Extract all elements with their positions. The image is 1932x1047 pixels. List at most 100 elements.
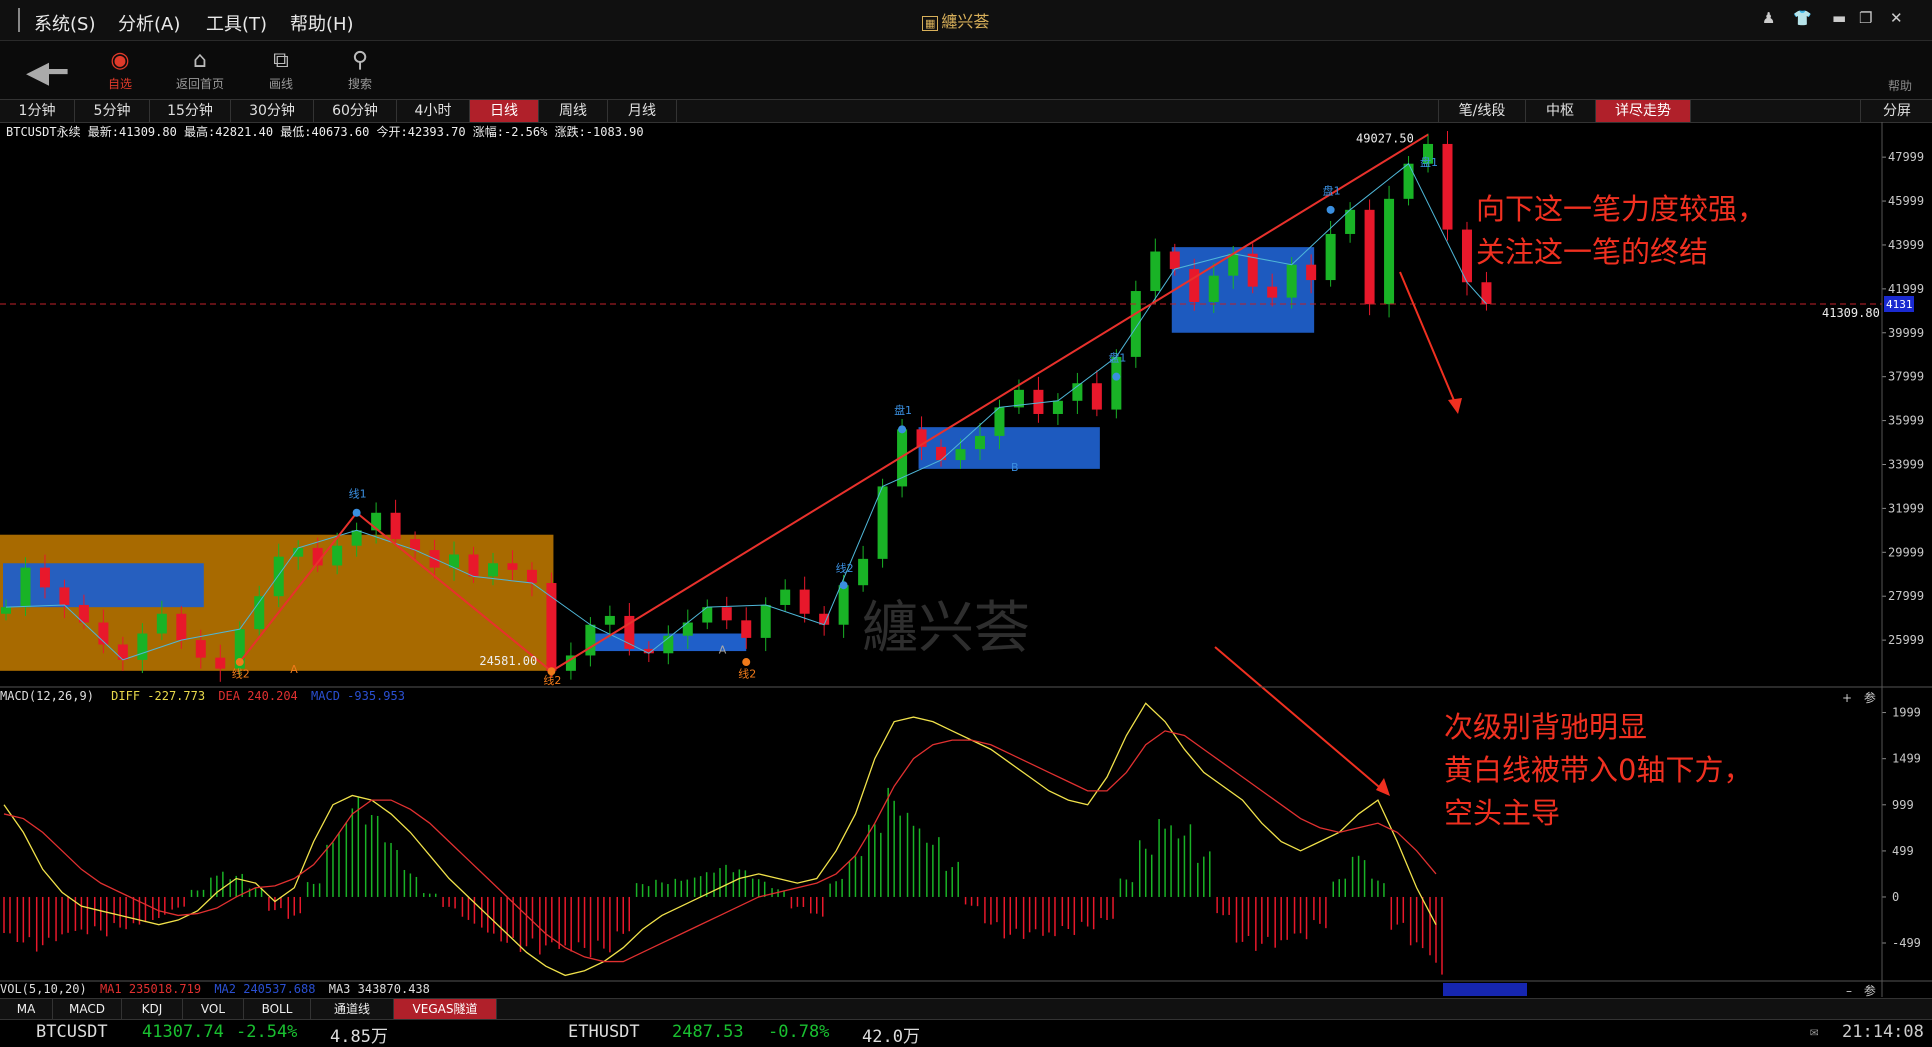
macd-macd-value: MACD -935.953 [311,689,405,703]
ticker-change-btc: -2.54% [236,1022,298,1042]
skin-icon[interactable]: 👕 [1793,9,1812,27]
last-price-label: 41309.80 [1822,306,1880,320]
macd-dea-line [3,730,1437,963]
period-high-label: 49027.50 [1356,132,1414,146]
ticker-price-eth: 2487.53 [672,1022,744,1042]
chart-marker-label: 盘1 [1420,155,1438,169]
user-icon[interactable]: ♟ [1762,9,1775,27]
candle [974,435,985,450]
period-tab-30m[interactable]: 30分钟 [231,100,314,122]
menu-analysis[interactable]: 分析(A) [118,10,180,36]
y-tick-label: 31999 [1888,501,1924,515]
macd-pane-controls: + 参 [1842,689,1876,706]
period-tab-weekly[interactable]: 周线 [539,100,608,122]
candle [585,624,596,656]
candle [20,567,31,608]
app-title-text: 纏兴荟 [941,12,990,31]
candle [176,613,187,641]
candle [39,567,50,588]
annotation-arrow-head [1448,398,1462,414]
major-stroke-line [550,133,1429,673]
chart-marker-label: B [1011,461,1019,474]
y-tick-label: 1999 [1892,706,1921,720]
tool-search[interactable]: ⚲ 搜索 [330,47,390,92]
indicator-tab-channel[interactable]: 通道线 [311,999,394,1019]
last-price-tag-label: 4131 [1886,298,1913,311]
tool-home[interactable]: ⌂ 返回首页 [170,47,230,92]
back-arrow-icon[interactable]: ◀━ [26,55,67,90]
period-tab-daily[interactable]: 日线 [470,100,539,122]
period-tab-monthly[interactable]: 月线 [608,100,677,122]
help-link[interactable]: 帮助 [1888,77,1912,94]
y-tick-label: 47999 [1888,150,1924,164]
pivot-dot [352,508,361,517]
indicator-tab-macd[interactable]: MACD [53,999,122,1019]
macd-param-button[interactable]: 参 [1864,691,1876,705]
annotation-top: 向下这一笔力度较强， 关注这一笔的终结 [1476,188,1766,274]
indicator-tab-kdj[interactable]: KDJ [122,999,183,1019]
period-tab-5m[interactable]: 5分钟 [75,100,150,122]
vol-ma2-value: MA2 240537.688 [214,982,316,996]
candle [936,446,947,461]
candle [1091,383,1102,410]
pane-add-button[interactable]: + [1842,691,1852,705]
period-tab-15m[interactable]: 15分钟 [150,100,231,122]
pane-remove-button[interactable]: – [1846,984,1852,998]
candle [1442,143,1453,230]
candle [1247,253,1258,287]
tab-pivot[interactable]: 中枢 [1525,100,1596,122]
candle [1111,356,1122,410]
y-tick-label: 45999 [1888,194,1924,208]
menu-tools[interactable]: 工具(T) [206,10,267,36]
indicator-tab-ma[interactable]: MA [0,999,53,1019]
pivot-zone [3,563,204,608]
minimize-icon[interactable]: ▬ [1832,9,1846,27]
chart-marker-label: 线2 [232,666,250,680]
pivot-dot [742,658,751,667]
candle [838,585,849,625]
candle [468,554,479,577]
close-icon[interactable]: ✕ [1890,9,1903,27]
draw-line-icon: ⧉ [273,48,289,73]
period-tab-1m[interactable]: 1分钟 [0,100,75,122]
menu-divider [18,8,20,32]
tab-detailed-trend[interactable]: 详尽走势 [1596,100,1691,122]
macd-diff-line [3,702,1437,977]
y-tick-label: 41999 [1888,282,1924,296]
vol-pane-controls: – 参 [1846,982,1876,999]
menu-help[interactable]: 帮助(H) [290,10,354,36]
y-tick-label: 35999 [1888,414,1924,428]
period-tab-4h[interactable]: 4小时 [397,100,470,122]
split-screen-button[interactable]: 分屏 [1860,100,1932,122]
period-tab-60m[interactable]: 60分钟 [314,100,397,122]
candle [858,558,869,586]
vol-param-button[interactable]: 参 [1864,984,1876,998]
y-tick-label: 43999 [1888,238,1924,252]
ticker-volume-eth: 42.0万 [862,1027,920,1047]
ticker-change-eth: -0.78% [768,1022,830,1042]
ticker-symbol-eth[interactable]: ETHUSDT [568,1022,640,1042]
indicator-tab-boll[interactable]: BOLL [244,999,311,1019]
message-icon[interactable]: ✉ [1810,1024,1818,1040]
ticker-volume-btc: 4.85万 [330,1027,388,1047]
indicator-tab-vegas[interactable]: VEGAS隧道 [394,999,497,1019]
restore-icon[interactable]: ❐ [1859,9,1872,27]
macd-dea-value: DEA 240.204 [218,689,298,703]
tool-draw[interactable]: ⧉ 画线 [251,47,311,92]
candle [799,589,810,614]
indicator-tab-vol[interactable]: VOL [183,999,244,1019]
annotation-top-line-1: 向下这一笔力度较强， [1476,192,1767,226]
ticker-symbol-btc[interactable]: BTCUSDT [36,1022,108,1042]
tool-favorites[interactable]: ◉ 自选 [90,47,150,92]
tab-stroke-segment[interactable]: 笔/线段 [1438,100,1526,122]
menu-system[interactable]: 系统(S) [34,10,95,36]
y-tick-label: 1499 [1892,752,1921,766]
vol-info-line: VOL(5,10,20) MA1 235018.719 MA2 240537.6… [0,982,430,996]
candle [604,615,615,625]
app-logo-icon: ▦ [922,16,939,31]
candle [195,640,206,658]
annotation-bottom-line-1: 次级别背驰明显 [1444,710,1648,744]
candle [1150,251,1161,292]
pivot-dot [1326,205,1335,214]
chart-marker-label: 盘1 [1323,183,1341,197]
